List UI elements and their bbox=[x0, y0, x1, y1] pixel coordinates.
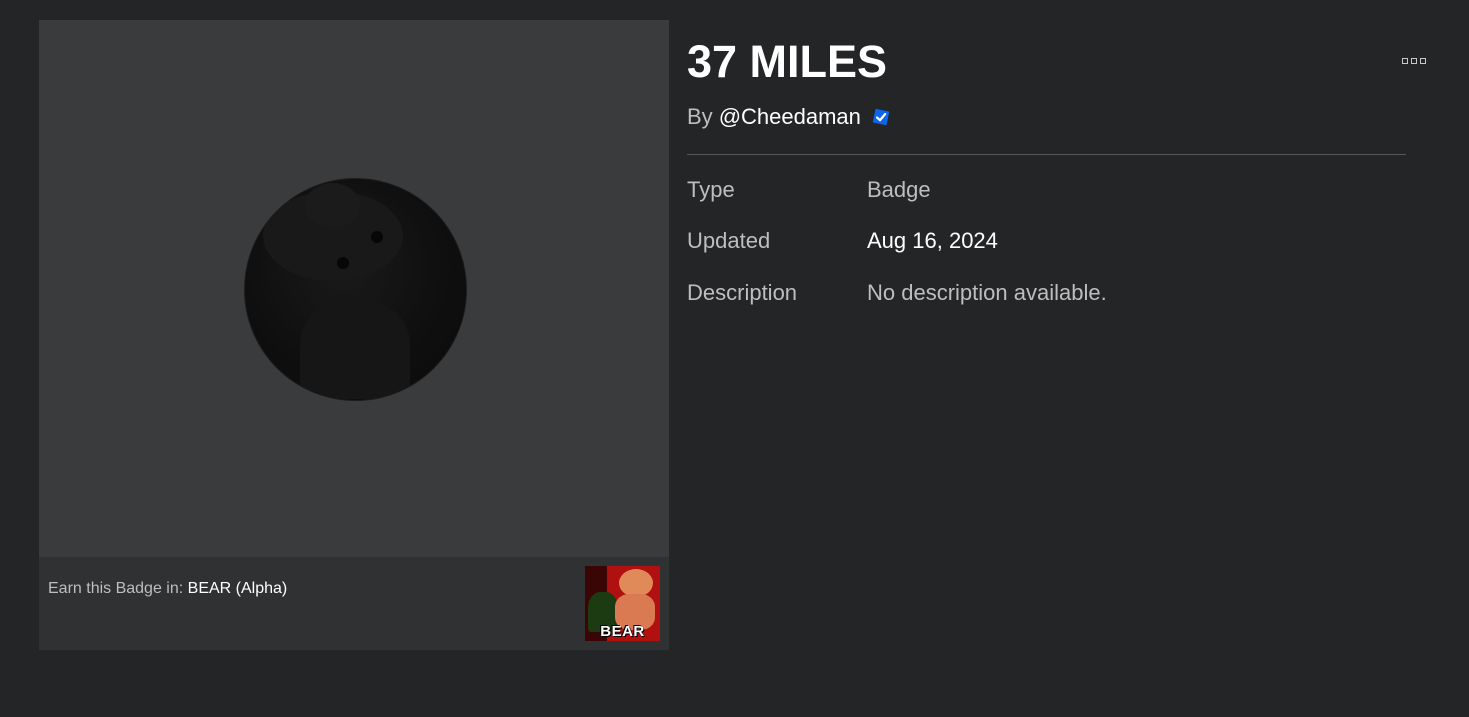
game-thumbnail[interactable]: BEAR bbox=[585, 566, 660, 641]
earn-badge-prefix: Earn this Badge in: bbox=[48, 580, 184, 597]
creator-link[interactable]: @Cheedaman bbox=[719, 104, 861, 130]
more-options-icon bbox=[1411, 58, 1417, 64]
badge-bear-eye bbox=[371, 231, 383, 243]
description-label: Description bbox=[687, 280, 798, 305]
thumbnail-bear-head bbox=[619, 569, 653, 597]
badge-bear-eye bbox=[337, 257, 349, 269]
earn-badge-footer: Earn this Badge in: BEAR (Alpha) BEAR bbox=[39, 557, 669, 650]
thumbnail-title: BEAR bbox=[600, 623, 645, 640]
verified-check-icon bbox=[872, 108, 890, 126]
more-options-icon bbox=[1420, 58, 1426, 64]
more-options-button[interactable] bbox=[1402, 54, 1432, 68]
badge-card: Earn this Badge in: BEAR (Alpha) BEAR bbox=[39, 20, 669, 650]
details-divider bbox=[687, 154, 1406, 155]
more-options-icon bbox=[1402, 58, 1408, 64]
badge-title: 37 MILES bbox=[687, 36, 888, 87]
badge-details-page: Earn this Badge in: BEAR (Alpha) BEAR 37… bbox=[0, 0, 1469, 717]
badge-icon-image bbox=[244, 178, 467, 401]
updated-label: Updated bbox=[687, 228, 771, 253]
badge-image-area bbox=[39, 20, 669, 557]
creator-byline: By @Cheedaman bbox=[687, 104, 891, 130]
badge-bear-ear bbox=[305, 183, 360, 228]
type-label: Type bbox=[687, 177, 735, 202]
badge-bear-body bbox=[300, 299, 410, 399]
by-prefix: By bbox=[687, 104, 713, 129]
description-value: No description available. bbox=[867, 280, 1107, 305]
earn-badge-text: Earn this Badge in: BEAR (Alpha) bbox=[48, 580, 287, 598]
game-link[interactable]: BEAR (Alpha) bbox=[188, 580, 288, 597]
updated-value: Aug 16, 2024 bbox=[867, 228, 998, 253]
type-value: Badge bbox=[867, 177, 931, 202]
